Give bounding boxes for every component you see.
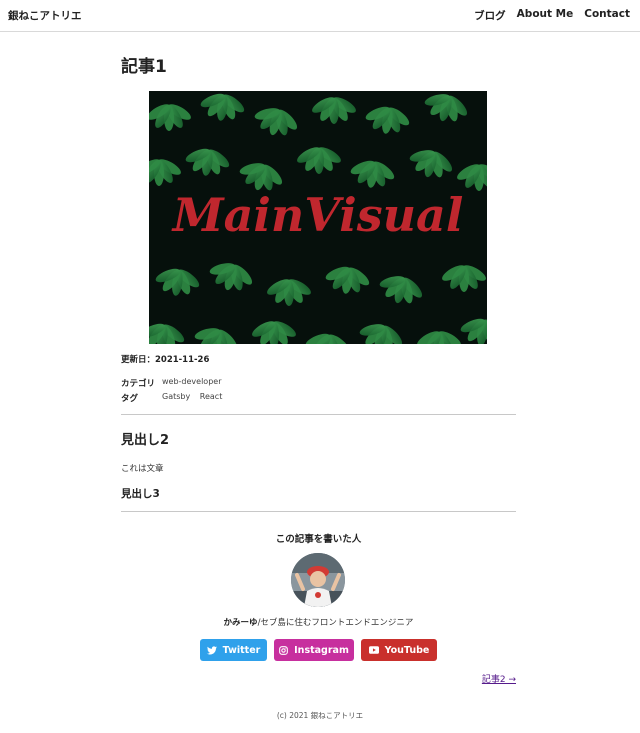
youtube-label: YouTube (384, 644, 430, 656)
youtube-icon (368, 646, 379, 654)
category-value[interactable]: web-developer (162, 377, 222, 389)
author-description: かみーゆ/セブ島に住むフロントエンドエンジニア (121, 616, 516, 628)
twitter-icon (206, 645, 217, 654)
updated-date: 更新日：2021-11-26 (121, 355, 210, 365)
instagram-label: Instagram (294, 644, 349, 656)
tag-row: タグ Gatsby React (121, 392, 229, 404)
site-title[interactable]: 銀ねこアトリエ (8, 8, 82, 23)
tag-item[interactable]: React (200, 392, 223, 401)
avatar (291, 553, 345, 607)
nav-contact[interactable]: Contact (584, 8, 630, 23)
tag-label: タグ (121, 394, 139, 404)
twitter-label: Twitter (222, 644, 261, 656)
divider (121, 511, 516, 512)
tag-item[interactable]: Gatsby (162, 392, 190, 401)
twitter-button[interactable]: Twitter (200, 639, 267, 661)
site-header: 銀ねこアトリエ ブログ About Me Contact (0, 0, 640, 32)
nav-about-me[interactable]: About Me (517, 8, 574, 23)
tag-list: Gatsby React (162, 392, 229, 404)
youtube-button[interactable]: YouTube (361, 639, 437, 661)
author-heading: この記事を書いた人 (275, 534, 362, 545)
author-bio: /セブ島に住むフロントエンドエンジニア (257, 618, 414, 628)
instagram-button[interactable]: Instagram (274, 639, 354, 661)
nav-blog[interactable]: ブログ (474, 8, 506, 23)
heading-3: 見出し3 (121, 488, 160, 500)
footer-copyright: (c) 2021 銀ねこアトリエ (276, 711, 364, 720)
divider (121, 414, 516, 415)
avatar-photo (291, 553, 345, 607)
instagram-icon (279, 645, 289, 655)
article-title: 記事1 (121, 57, 167, 77)
social-links: Twitter Instagram YouTube (121, 639, 516, 661)
next-article-link[interactable]: 記事2 → (482, 672, 516, 685)
category-label: カテゴリ (121, 379, 156, 389)
main-nav: ブログ About Me Contact (474, 8, 630, 23)
main-visual-image: MainVisual (149, 91, 487, 344)
main-visual-text: MainVisual (171, 188, 464, 242)
author-name: かみーゆ (223, 618, 258, 628)
leaves-background: MainVisual (149, 91, 487, 344)
body-text: これは文章 (121, 464, 164, 474)
category-row: カテゴリ web-developer (121, 377, 222, 389)
heading-2: 見出し2 (121, 433, 170, 448)
